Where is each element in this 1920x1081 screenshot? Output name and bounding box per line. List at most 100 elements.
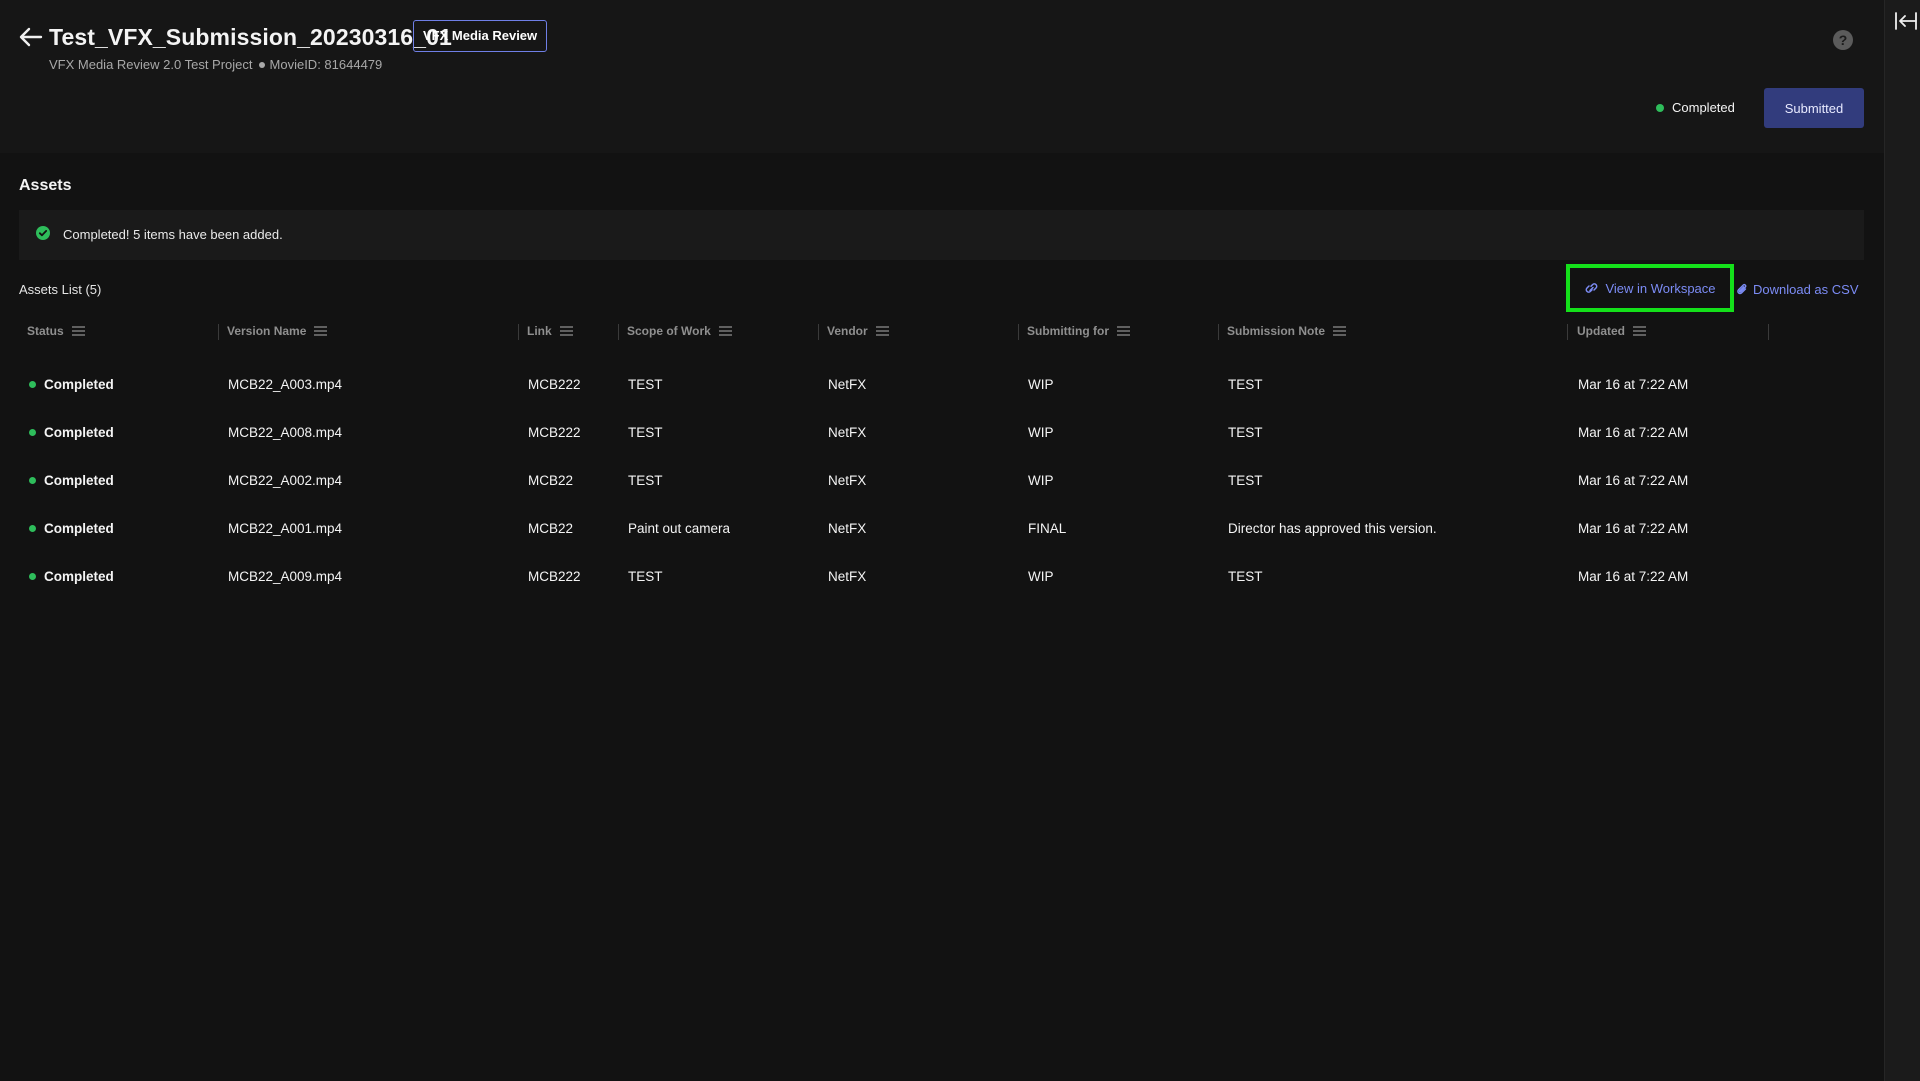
column-header-status[interactable]: Status [27, 318, 85, 344]
column-divider[interactable] [1218, 324, 1219, 340]
menu-icon[interactable] [71, 326, 85, 336]
submission-note-cell: TEST [1228, 472, 1263, 488]
column-label: Submission Note [1227, 324, 1326, 338]
link-cell[interactable]: MCB22 [528, 456, 573, 504]
arrow-left-icon[interactable] [18, 26, 44, 48]
submitting-for-cell: FINAL [1028, 520, 1067, 536]
menu-icon[interactable] [1333, 326, 1347, 336]
table-header: Status Version Name Link Scope of Work V… [19, 318, 1864, 344]
table-row[interactable]: Completed MCB22_A003.mp4 MCB222 TEST Net… [19, 360, 1864, 408]
column-label: Submitting for [1027, 324, 1109, 338]
vendor-cell: NetFX [828, 472, 867, 488]
status-text: Completed [44, 520, 114, 536]
table-row[interactable]: Completed MCB22_A008.mp4 MCB222 TEST Net… [19, 408, 1864, 456]
status-badge: Completed [1656, 100, 1735, 115]
breadcrumb: VFX Media Review 2.0 Test Project MovieID… [49, 57, 382, 72]
column-label: Link [527, 324, 552, 338]
assets-table: Status Version Name Link Scope of Work V… [19, 318, 1864, 584]
view-in-workspace-link[interactable]: View in Workspace [1566, 264, 1734, 312]
vendor-cell: NetFX [828, 424, 867, 440]
column-divider[interactable] [218, 324, 219, 340]
status-dot [29, 476, 36, 484]
status-dot [29, 428, 36, 436]
column-divider[interactable] [1567, 324, 1568, 340]
help-icon[interactable]: ? [1833, 30, 1853, 50]
link-icon [1586, 283, 1598, 293]
version-name-cell: MCB22_A001.mp4 [228, 520, 343, 536]
download-csv-label: Download as CSV [1753, 282, 1859, 297]
version-name-cell: MCB22_A002.mp4 [228, 472, 343, 488]
menu-icon[interactable] [559, 326, 573, 336]
submitting-for-cell: WIP [1028, 376, 1054, 392]
submission-note-cell: TEST [1228, 376, 1263, 392]
column-divider[interactable] [618, 324, 619, 340]
banner-message: Completed! 5 items have been added. [63, 227, 283, 242]
status-label: Completed [1672, 100, 1735, 115]
status-cell: Completed [29, 504, 114, 552]
column-header-scope-of-work[interactable]: Scope of Work [627, 318, 732, 344]
column-header-submission-note[interactable]: Submission Note [1227, 318, 1347, 344]
updated-cell: Mar 16 at 7:22 AM [1578, 424, 1689, 440]
column-header-version-name[interactable]: Version Name [227, 318, 328, 344]
version-name-cell: MCB22_A009.mp4 [228, 568, 343, 584]
status-text: Completed [44, 472, 114, 488]
submission-note-cell: TEST [1228, 424, 1263, 440]
status-cell: Completed [29, 456, 114, 504]
scope-cell: TEST [628, 424, 663, 440]
movie-id: MovieID: 81644479 [269, 57, 383, 72]
column-divider[interactable] [818, 324, 819, 340]
updated-cell: Mar 16 at 7:22 AM [1578, 568, 1689, 584]
column-label: Updated [1577, 324, 1625, 338]
submission-note-cell: TEST [1228, 568, 1263, 584]
table-row[interactable]: Completed MCB22_A002.mp4 MCB22 TEST NetF… [19, 456, 1864, 504]
download-csv-link[interactable]: Download as CSV [1736, 282, 1859, 297]
vendor-cell: NetFX [828, 520, 867, 536]
link-cell[interactable]: MCB222 [528, 360, 581, 408]
link-cell[interactable]: MCB222 [528, 552, 581, 600]
updated-cell: Mar 16 at 7:22 AM [1578, 520, 1689, 536]
status-cell: Completed [29, 408, 114, 456]
paperclip-icon [1737, 284, 1747, 295]
status-dot [29, 380, 36, 388]
scope-cell: TEST [628, 376, 663, 392]
link-cell[interactable]: MCB22 [528, 504, 573, 552]
submitted-button[interactable]: Submitted [1764, 88, 1864, 128]
menu-icon[interactable] [718, 326, 732, 336]
page-title: Test_VFX_Submission_20230316_01 [49, 24, 452, 50]
column-header-submitting-for[interactable]: Submitting for [1027, 318, 1130, 344]
menu-icon[interactable] [1633, 326, 1646, 336]
type-tag: VFX Media Review [413, 20, 548, 52]
status-dot [29, 572, 36, 580]
collapse-panel-icon[interactable] [1893, 10, 1919, 32]
column-header-updated[interactable]: Updated [1577, 318, 1646, 344]
table-row[interactable]: Completed MCB22_A001.mp4 MCB22 Paint out… [19, 504, 1864, 552]
assets-list-title: Assets List (5) [19, 282, 102, 297]
column-header-vendor[interactable]: Vendor [827, 318, 889, 344]
column-divider[interactable] [1768, 324, 1769, 340]
status-text: Completed [44, 376, 114, 392]
status-cell: Completed [29, 360, 114, 408]
view-in-workspace-label: View in Workspace [1605, 280, 1716, 296]
submission-note-cell: Director has approved this version. [1228, 520, 1437, 536]
submitting-for-cell: WIP [1028, 424, 1054, 440]
column-header-link[interactable]: Link [527, 318, 573, 344]
status-text: Completed [44, 424, 114, 440]
column-label: Scope of Work [627, 324, 711, 338]
success-banner: Completed! 5 items have been added. [19, 210, 1864, 260]
updated-cell: Mar 16 at 7:22 AM [1578, 472, 1689, 488]
status-dot [1656, 103, 1664, 112]
column-divider[interactable] [518, 324, 519, 340]
section-title: Assets [19, 177, 72, 194]
menu-icon[interactable] [1116, 326, 1130, 336]
column-label: Vendor [827, 324, 868, 338]
menu-icon[interactable] [314, 326, 328, 336]
table-row[interactable]: Completed MCB22_A009.mp4 MCB222 TEST Net… [19, 552, 1864, 600]
status-dot [29, 524, 36, 532]
page-header: Test_VFX_Submission_20230316_01 VFX Medi… [0, 0, 1884, 153]
link-cell[interactable]: MCB222 [528, 408, 581, 456]
column-divider[interactable] [1018, 324, 1019, 340]
menu-icon[interactable] [875, 326, 889, 336]
version-name-cell: MCB22_A008.mp4 [228, 424, 343, 440]
main-content: Test_VFX_Submission_20230316_01 VFX Medi… [0, 0, 1884, 1081]
submitting-for-cell: WIP [1028, 568, 1054, 584]
